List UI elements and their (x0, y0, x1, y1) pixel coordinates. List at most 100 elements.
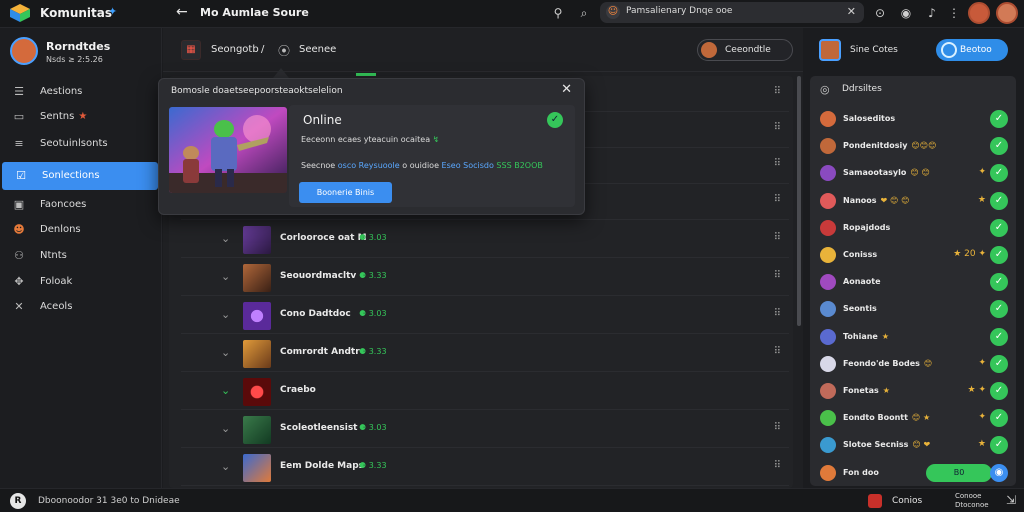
avatar (820, 165, 836, 182)
chat-icon[interactable]: ◉ (990, 463, 1008, 482)
friend-row[interactable]: Ropajdods ✓ (816, 215, 1012, 241)
app-icon[interactable] (868, 494, 882, 508)
chevron-down-icon[interactable]: ⌄ (221, 460, 230, 473)
friend-name: Fon doo (843, 468, 879, 477)
sidebar-item-8[interactable]: ✕ Aceols (0, 295, 162, 319)
expand-icon[interactable]: ⇲ (1006, 493, 1016, 507)
check-icon[interactable]: ✓ (990, 354, 1008, 373)
check-icon[interactable]: ✓ (990, 327, 1008, 346)
more-icon[interactable]: ⋮ (946, 5, 962, 21)
close-icon[interactable]: ✕ (561, 82, 572, 97)
notifications-icon[interactable]: ♪ (924, 5, 940, 21)
chevron-down-icon[interactable]: ⌄ (221, 270, 230, 283)
drag-handle-icon[interactable]: ⠿ (774, 122, 781, 133)
sidebar-item-2[interactable]: ≡ Seotuinlsonts (0, 132, 162, 156)
drag-handle-icon[interactable]: ⠿ (774, 86, 781, 97)
sidebar-item-label: Aestions (40, 86, 83, 97)
sidebar-item-6[interactable]: ⚇ Ntnts (0, 244, 162, 268)
drag-handle-icon[interactable]: ⠿ (774, 422, 781, 433)
friend-row[interactable]: Slotoe Secniss 😊 ❤ ★ ✓ (816, 432, 1012, 458)
friend-row[interactable]: Tohiane ★ ✓ (816, 324, 1012, 350)
check-icon[interactable]: ✓ (990, 137, 1008, 156)
avatar[interactable] (968, 2, 990, 24)
header-user-button[interactable]: Ceeondtle (697, 39, 793, 61)
check-icon[interactable]: ✓ (990, 273, 1008, 292)
friend-row[interactable]: Feondo'de Bodes 😊 ✦ ✓ (816, 351, 1012, 377)
table-row[interactable]: ⌄ Seouordmacltv ⚈ 3.33 ⠿ (181, 260, 789, 296)
close-icon[interactable]: ✕ (847, 5, 856, 18)
check-icon[interactable]: ✓ (990, 110, 1008, 128)
breadcrumb-title[interactable]: Seongotb (211, 44, 259, 55)
friend-row[interactable]: Nanoos ❤ 😊 😊 ★ ✓ (816, 188, 1012, 214)
table-row[interactable]: ⌄ Corlooroce oat M ⚈ 3.03 ⠿ (181, 222, 789, 258)
popover-link[interactable]: Eseo Socisdo (442, 161, 494, 170)
check-icon[interactable]: ✓ (990, 246, 1008, 264)
drag-handle-icon[interactable]: ⠿ (774, 460, 781, 471)
back-arrow-icon[interactable]: ← (176, 4, 188, 20)
search-input[interactable]: ☺ Pamsalienary Dnqe ooe ✕ (600, 2, 864, 23)
friend-name-text: Fon doo (843, 467, 879, 477)
friend-row[interactable]: Eondto Boontt 😊 ★ ✦ ✓ (816, 405, 1012, 431)
table-row[interactable]: ⌄ Craebo (181, 374, 789, 410)
friend-row[interactable]: Pondenitdosiy 😊😊😊 ✓ (816, 133, 1012, 159)
search-icon[interactable]: ⌕ (576, 5, 592, 21)
sidebar-item-0[interactable]: ☰ Aestions (0, 80, 162, 104)
circle-icon (941, 42, 957, 58)
check-icon[interactable]: ✓ (990, 191, 1008, 210)
popover-action-button[interactable]: Boonerie Binis (299, 182, 392, 203)
chevron-down-icon[interactable]: ⌄ (221, 308, 230, 321)
drag-handle-icon[interactable]: ⠿ (774, 270, 781, 281)
drag-handle-icon[interactable]: ⠿ (774, 194, 781, 205)
messages-icon[interactable]: ⊙ (872, 5, 888, 21)
avatar-secondary[interactable] (996, 2, 1018, 24)
sidebar-item-7[interactable]: ✥ Foloak (0, 270, 162, 294)
friend-badges: ❤ 😊 😊 (880, 195, 910, 205)
friend-row[interactable]: Fon doo B0 ◉ (816, 460, 1012, 486)
sidebar-item-1[interactable]: ▭ Sentns ★ (0, 105, 162, 129)
friend-row[interactable]: Saloseditos ✓ (816, 106, 1012, 132)
check-icon[interactable]: ✓ (990, 436, 1008, 455)
friend-row[interactable]: Seontis ✓ (816, 296, 1012, 322)
bottom-app-sub: Conooe Dtoconoe (955, 492, 989, 510)
avatar[interactable] (819, 39, 841, 61)
table-row[interactable]: ⌄ Comrordt Andtr ⚈ 3.33 ⠿ (181, 336, 789, 372)
friend-pill[interactable]: B0 (926, 463, 992, 482)
check-icon[interactable]: ✓ (990, 218, 1008, 237)
scrollbar[interactable] (797, 76, 801, 326)
table-row[interactable]: ⌄ Eem Dolde Maps ⚈ 3.33 ⠿ (181, 450, 789, 486)
chevron-down-icon[interactable]: ⌄ (221, 422, 230, 435)
friend-row[interactable]: Samaootasylo 😊 😊 ✦ ✓ (816, 160, 1012, 186)
sidebar-item-5[interactable]: ☻ Denlons (0, 218, 162, 242)
breadcrumb-sub[interactable]: Seenee (299, 44, 336, 55)
friend-row[interactable]: Fonetas ★ ★ ✦ ✓ (816, 378, 1012, 404)
sidebar-item-4[interactable]: ▣ Faoncoes (0, 193, 162, 217)
chevron-down-icon[interactable]: ⌄ (221, 232, 230, 245)
check-icon[interactable]: ✓ (990, 164, 1008, 183)
chevron-down-icon[interactable]: ⌄ (221, 346, 230, 359)
pin-icon[interactable]: ⚲ (550, 5, 566, 21)
settings-icon[interactable]: ◉ (898, 5, 914, 21)
check-icon[interactable]: ✓ (990, 300, 1008, 319)
profile-avatar[interactable] (10, 37, 38, 65)
drag-handle-icon[interactable]: ⠿ (774, 346, 781, 357)
friend-row[interactable]: Aonaote ✓ (816, 269, 1012, 295)
drag-handle-icon[interactable]: ⠿ (774, 158, 781, 169)
friend-name-text: Saloseditos (843, 114, 896, 123)
game-name: Cono Dadtdoc (280, 309, 351, 319)
friend-row[interactable]: Conisss ★ 20 ✦ ✓ (816, 242, 1012, 268)
popover-link[interactable]: osco Reysuoole (338, 161, 400, 170)
check-icon[interactable]: ✓ (990, 382, 1008, 400)
table-row[interactable]: ⌄ Scoleotleensist ⚈ 3.03 ⠿ (181, 412, 789, 448)
check-icon[interactable]: ✓ (990, 409, 1008, 428)
account-icon[interactable]: R (10, 493, 26, 509)
sidebar-item-label: Denlons (40, 224, 81, 235)
table-row[interactable]: ⌄ Cono Dadtdoc ⚈ 3.03 ⠿ (181, 298, 789, 334)
sidebar-item-active[interactable]: ☑ Sonlections (2, 162, 158, 190)
avatar (820, 437, 836, 454)
bottom-app-sub-line: Dtoconoe (955, 501, 989, 509)
friend-badges: ★ (881, 331, 890, 341)
right-panel-button[interactable]: Beotoo (936, 39, 1008, 61)
drag-handle-icon[interactable]: ⠿ (774, 232, 781, 243)
chevron-down-icon[interactable]: ⌄ (221, 384, 230, 397)
drag-handle-icon[interactable]: ⠿ (774, 308, 781, 319)
